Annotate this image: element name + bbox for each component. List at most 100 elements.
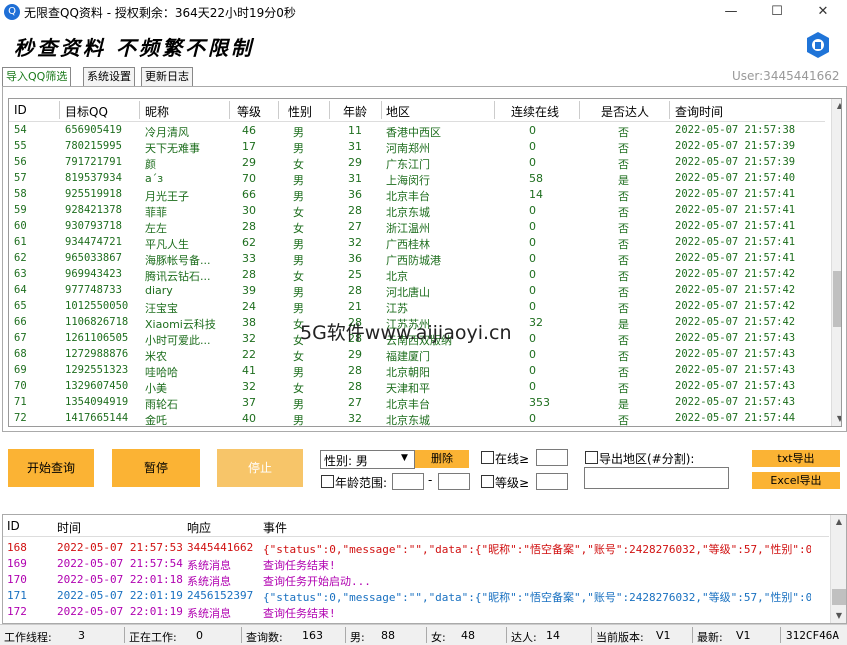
table-scrollbar[interactable]: ▲ ▼ bbox=[831, 99, 841, 426]
table-row[interactable]: 55 780215995 天下无难事 17 男 31 河南郑州 0 否 2022-05-07 21… bbox=[9, 139, 825, 155]
export-region-checkbox[interactable] bbox=[585, 451, 598, 464]
level-input[interactable] bbox=[536, 473, 568, 490]
table-row[interactable]: 60 930793718 左左 28 女 27 浙江温州 0 否 2022-05-07 21:57… bbox=[9, 219, 825, 235]
age-min-input[interactable] bbox=[392, 473, 424, 490]
table-row[interactable]: 61 934474721 平凡人生 62 男 32 广西桂林 0 否 2022-05-07 21:… bbox=[9, 235, 825, 251]
maximize-button[interactable]: ☐ bbox=[754, 0, 800, 24]
stop-button[interactable]: 停止 bbox=[217, 449, 303, 487]
close-button[interactable]: ✕ bbox=[800, 0, 846, 24]
row-time: 2022-05-07 21:57:41 bbox=[675, 236, 796, 248]
row-id: 64 bbox=[14, 284, 27, 296]
scroll-down-icon[interactable]: ▼ bbox=[832, 412, 841, 426]
log-col-time[interactable]: 时间 bbox=[57, 519, 81, 536]
log-event: 查询任务结束! bbox=[263, 607, 336, 620]
col-region[interactable]: 地区 bbox=[386, 103, 410, 120]
log-scrollbar[interactable]: ▲ ▼ bbox=[830, 515, 846, 623]
row-gender: 男 bbox=[293, 366, 304, 379]
table-row[interactable]: 65 1012550050 汪宝宝 24 男 21 江苏 0 否 2022-05-07 21:57… bbox=[9, 299, 825, 315]
row-nickname: 雨轮石 bbox=[145, 398, 178, 411]
online-input[interactable] bbox=[536, 449, 568, 466]
table-row[interactable]: 54 656905419 冷月清风 46 男 11 香港中西区 0 否 2022-05-07 21… bbox=[9, 123, 825, 139]
row-age: 36 bbox=[348, 188, 362, 201]
col-nickname[interactable]: 昵称 bbox=[145, 103, 169, 120]
col-gender[interactable]: 性别 bbox=[288, 103, 312, 120]
log-col-event[interactable]: 事件 bbox=[263, 519, 287, 536]
scroll-thumb[interactable] bbox=[833, 271, 841, 327]
online-checkbox[interactable] bbox=[481, 451, 494, 464]
log-scroll-thumb[interactable] bbox=[832, 589, 846, 605]
level-checkbox[interactable] bbox=[481, 475, 494, 488]
table-row[interactable]: 71 1354094919 雨轮石 37 男 27 北京丰台 353 是 2022-05-07 2… bbox=[9, 395, 825, 411]
age-max-input[interactable] bbox=[438, 473, 470, 490]
row-region: 河南郑州 bbox=[386, 142, 430, 155]
start-query-button[interactable]: 开始查询 bbox=[8, 449, 94, 487]
row-qq: 1272988876 bbox=[65, 348, 129, 360]
current-version-value: V1 bbox=[656, 629, 671, 642]
row-online: 0 bbox=[529, 220, 536, 233]
table-row[interactable]: 72 1417665144 金吒 40 男 32 北京东城 0 否 2022-05-07 21:5… bbox=[9, 411, 825, 426]
col-is-talent[interactable]: 是否达人 bbox=[601, 103, 649, 120]
scroll-up-icon[interactable]: ▲ bbox=[832, 99, 841, 113]
table-row[interactable]: 59 928421378 菲菲 30 女 28 北京东城 0 否 2022-05-07 21:57… bbox=[9, 203, 825, 219]
tab-system-settings[interactable]: 系统设置 bbox=[83, 67, 135, 86]
table-row[interactable]: 69 1292551323 哇哈哈 41 男 28 北京朝阳 0 否 2022-05-07 21:… bbox=[9, 363, 825, 379]
table-row[interactable]: 58 925519918 月光王子 66 男 36 北京丰台 14 否 2022-05-07 21… bbox=[9, 187, 825, 203]
col-age[interactable]: 年龄 bbox=[343, 103, 367, 120]
gender-select[interactable]: 性别: 男 ▼ bbox=[320, 450, 415, 469]
row-nickname: 天下无难事 bbox=[145, 142, 200, 155]
row-online: 0 bbox=[529, 348, 536, 361]
row-id: 70 bbox=[14, 380, 27, 392]
row-nickname: 月光王子 bbox=[145, 190, 189, 203]
log-col-id[interactable]: ID bbox=[7, 519, 20, 533]
log-scroll-down-icon[interactable]: ▼ bbox=[831, 609, 846, 623]
pause-button[interactable]: 暂停 bbox=[112, 449, 200, 487]
latest-version-value: V1 bbox=[736, 629, 751, 642]
row-level: 28 bbox=[242, 268, 256, 281]
table-row[interactable]: 56 791721791 颜 29 女 29 广东江门 0 否 2022-05-07 21:57:… bbox=[9, 155, 825, 171]
col-target-qq[interactable]: 目标QQ bbox=[65, 103, 108, 120]
txt-export-button[interactable]: txt导出 bbox=[752, 450, 840, 467]
table-row[interactable]: 68 1272988876 米农 22 女 29 福建厦门 0 否 2022-05-07 21:5… bbox=[9, 347, 825, 363]
log-col-response[interactable]: 响应 bbox=[187, 519, 211, 536]
log-resp: 系统消息 bbox=[187, 607, 231, 620]
table-row[interactable]: 63 969943423 腾讯云钻石... 28 女 25 北京 0 否 2022-05-07 2… bbox=[9, 267, 825, 283]
col-level[interactable]: 等级 bbox=[237, 103, 261, 120]
table-row[interactable]: 64 977748733 diary 39 男 28 河北唐山 0 否 2022-05-07 21… bbox=[9, 283, 825, 299]
minimize-button[interactable]: — bbox=[708, 0, 754, 24]
row-level: 22 bbox=[242, 348, 256, 361]
row-age: 36 bbox=[348, 252, 362, 265]
row-time: 2022-05-07 21:57:42 bbox=[675, 268, 796, 280]
col-id[interactable]: ID bbox=[14, 103, 27, 117]
status-bar: 工作线程: 3 正在工作: 0 查询数: 163 男: 88 女: 48 达人:… bbox=[0, 624, 847, 645]
results-table[interactable]: ID 目标QQ 昵称 等级 性别 年龄 地区 连续在线 是否达人 查询时间 54… bbox=[8, 98, 842, 427]
tab-import-qq-filter[interactable]: 导入QQ筛选 bbox=[2, 67, 72, 87]
log-row[interactable]: 169 2022-05-07 21:57:54 系统消息 查询任务结束! bbox=[3, 556, 829, 572]
tab-changelog[interactable]: 更新日志 bbox=[141, 67, 193, 86]
col-online-days[interactable]: 连续在线 bbox=[511, 103, 559, 120]
row-id: 67 bbox=[14, 332, 27, 344]
delete-button[interactable]: 删除 bbox=[415, 450, 469, 468]
excel-export-button[interactable]: Excel导出 bbox=[752, 472, 840, 489]
row-nickname: a´ɜ bbox=[145, 172, 164, 185]
table-row[interactable]: 70 1329607450 小美 32 女 28 天津和平 0 否 2022-05-07 21:5… bbox=[9, 379, 825, 395]
table-row[interactable]: 57 819537934 a´ɜ 70 男 31 上海闵行 58 是 2022-05-07 21:… bbox=[9, 171, 825, 187]
col-query-time[interactable]: 查询时间 bbox=[675, 103, 723, 120]
row-region: 广西桂林 bbox=[386, 238, 430, 251]
log-row[interactable]: 172 2022-05-07 22:01:19 系统消息 查询任务结束! bbox=[3, 604, 829, 620]
log-table[interactable]: ID 时间 响应 事件 168 2022-05-07 21:57:53 344544… bbox=[2, 514, 847, 624]
log-row[interactable]: 168 2022-05-07 21:57:53 3445441662 {"status… bbox=[3, 540, 829, 556]
log-row[interactable]: 170 2022-05-07 22:01:18 系统消息 查询任务开始启动... bbox=[3, 572, 829, 588]
row-id: 55 bbox=[14, 140, 27, 152]
row-nickname: 小美 bbox=[145, 382, 167, 395]
row-level: 32 bbox=[242, 332, 256, 345]
row-qq: 928421378 bbox=[65, 204, 122, 216]
log-time: 2022-05-07 21:57:54 bbox=[57, 557, 183, 570]
table-row[interactable]: 62 965033867 海豚帐号备... 33 男 36 广西防城港 0 否 2022-05-0… bbox=[9, 251, 825, 267]
log-scroll-up-icon[interactable]: ▲ bbox=[831, 515, 846, 529]
export-region-input[interactable] bbox=[584, 467, 729, 489]
row-time: 2022-05-07 21:57:43 bbox=[675, 396, 796, 408]
row-talent: 是 bbox=[618, 398, 629, 411]
age-range-checkbox[interactable] bbox=[321, 475, 334, 488]
log-row[interactable]: 171 2022-05-07 22:01:19 2456152397 {"status… bbox=[3, 588, 829, 604]
row-gender: 男 bbox=[293, 398, 304, 411]
